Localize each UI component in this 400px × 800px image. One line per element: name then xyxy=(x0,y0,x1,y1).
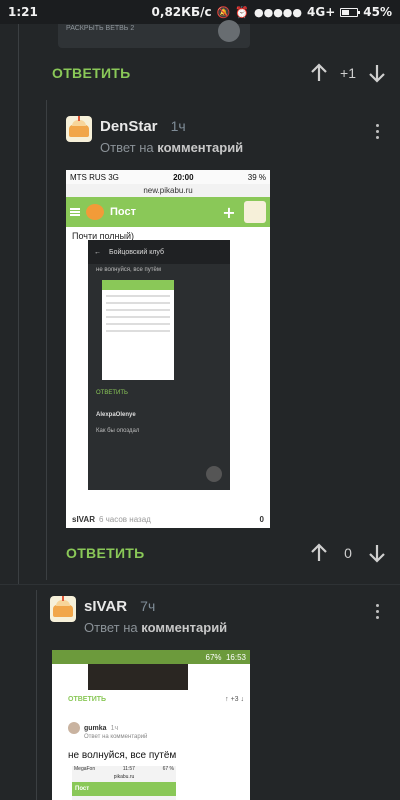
vote-controls: 0 xyxy=(308,542,388,564)
embedded-reply-to: Ответ на комментарий xyxy=(84,734,148,740)
reply-to-line: Ответ на комментарий xyxy=(100,140,243,155)
comment-username[interactable]: DenStar xyxy=(100,118,158,135)
edit-icon[interactable] xyxy=(218,20,240,42)
embedded-status-bar: MTS RUS 3G 20:00 39 % xyxy=(66,170,270,184)
embedded-time: 16:53 xyxy=(225,652,246,662)
nested-screenshot: ← Бойцовский клуб не волнуйся, все путём… xyxy=(88,240,230,490)
nested-app-bar: Пост xyxy=(72,782,176,796)
reply-to-link[interactable]: комментарий xyxy=(141,620,227,635)
embedded-footer-user: sIVAR xyxy=(72,514,95,524)
embedded-section: Пост xyxy=(110,206,136,218)
upvote-icon[interactable] xyxy=(308,542,330,564)
embedded-text: не волнуйся, все путём xyxy=(68,750,177,761)
downvote-icon[interactable] xyxy=(366,62,388,84)
comment-time: 7ч xyxy=(140,598,156,614)
embedded-actions: ОТВЕТИТЬ ↑ +3 ↓ xyxy=(68,696,244,703)
thread-line xyxy=(46,100,47,580)
nested-time: 11:57 xyxy=(122,766,135,772)
embedded-status-bar: 67% 16:53 xyxy=(52,650,250,664)
cake-icon xyxy=(53,596,73,617)
comment-header: sIVAR 7ч Ответ на комментарий xyxy=(50,596,227,635)
mute-icon: 🔕 xyxy=(216,5,231,19)
status-time: 1:21 xyxy=(8,5,38,19)
reply-to-prefix: Ответ на xyxy=(84,620,138,635)
reply-to-link[interactable]: комментарий xyxy=(157,140,243,155)
collapsed-thread-bar[interactable]: РАСКРЫТЬ ВЕТВЬ 2 xyxy=(58,20,250,48)
status-network: 4G+ xyxy=(307,5,336,19)
nested-inner-screenshot xyxy=(102,280,174,380)
signal-icon: ●●●●● xyxy=(254,5,302,19)
embedded-avatar xyxy=(244,201,266,223)
downvote-icon[interactable] xyxy=(366,542,388,564)
nested-header: ← Бойцовский клуб xyxy=(88,240,230,264)
avatar[interactable] xyxy=(66,116,92,142)
battery-icon xyxy=(340,7,361,17)
embedded-battery: 39 % xyxy=(247,172,266,182)
embedded-user: gumka xyxy=(84,724,107,732)
nested-battery: 67 % xyxy=(162,766,174,772)
more-options-icon[interactable] xyxy=(374,604,380,619)
nested-carrier: MegaFon xyxy=(74,766,96,772)
nested-user: AlexpaOlenye xyxy=(96,412,136,418)
upvote-icon[interactable] xyxy=(308,62,330,84)
nested-screenshot: MegaFon 11:57 67 % pikabu.ru Пост xyxy=(72,766,176,800)
nested-url: pikabu.ru xyxy=(113,774,135,780)
embedded-time-ago: 1ч xyxy=(110,724,119,732)
comment-image[interactable]: 67% 16:53 ОТВЕТИТЬ ↑ +3 ↓ gumka 1ч Ответ… xyxy=(52,650,250,800)
thread-line xyxy=(36,590,37,800)
reply-to-prefix: Ответ на xyxy=(100,140,154,155)
vote-controls: +1 xyxy=(308,62,388,84)
edit-icon xyxy=(206,466,222,482)
embedded-network: 3G xyxy=(108,172,119,182)
thread-line xyxy=(18,24,19,584)
pikabu-logo xyxy=(86,204,104,220)
comment-time: 1ч xyxy=(170,118,186,134)
embedded-rating: ↑ +3 ↓ xyxy=(225,696,244,703)
nested-reply: ОТВЕТИТЬ xyxy=(96,390,128,396)
status-speed: 0,82КБ/с xyxy=(151,5,212,19)
reply-button[interactable]: ОТВЕТИТЬ xyxy=(52,65,131,81)
comment-divider xyxy=(0,584,400,585)
expand-thread-label: РАСКРЫТЬ ВЕТВЬ 2 xyxy=(66,25,135,32)
status-bar: 1:21 0,82КБ/с 🔕 ⏰ ●●●●● 4G+ 45% xyxy=(0,0,400,24)
nested-section: Пост xyxy=(75,786,90,792)
embedded-app-bar: Пост + xyxy=(66,197,270,227)
status-battery: 45% xyxy=(363,5,392,19)
avatar[interactable] xyxy=(50,596,76,622)
embedded-battery: 67% xyxy=(205,652,222,662)
embedded-reply: ОТВЕТИТЬ xyxy=(68,696,107,703)
cake-icon xyxy=(69,116,89,137)
reply-button[interactable]: ОТВЕТИТЬ xyxy=(66,545,145,561)
menu-icon xyxy=(70,208,80,216)
nested-note: не волнуйся, все путём xyxy=(96,267,161,273)
embedded-avatar xyxy=(68,722,80,734)
alarm-icon: ⏰ xyxy=(235,5,249,19)
nested-comment: Как бы опоздал xyxy=(96,428,140,434)
embedded-footer: sIVAR 6 часов назад 0 xyxy=(66,510,270,528)
embedded-carrier: MTS RUS xyxy=(70,172,106,182)
rating-count: 0 xyxy=(344,545,352,561)
embedded-footer-time: 6 часов назад xyxy=(98,514,151,524)
embedded-footer-rating: 0 xyxy=(259,514,264,524)
comment-username[interactable]: sIVAR xyxy=(84,598,127,615)
comment-image[interactable]: MTS RUS 3G 20:00 39 % new.pikabu.ru Пост… xyxy=(66,170,270,528)
embedded-photo xyxy=(88,664,188,690)
embedded-comment: gumka 1ч Ответ на комментарий xyxy=(68,722,244,740)
nested-title: Бойцовский клуб xyxy=(109,248,165,256)
more-options-icon[interactable] xyxy=(374,124,380,139)
plus-icon: + xyxy=(222,202,236,222)
comment-header: DenStar 1ч Ответ на комментарий xyxy=(66,116,243,155)
embedded-time: 20:00 xyxy=(173,172,194,182)
reply-to-line: Ответ на комментарий xyxy=(84,620,227,635)
embedded-url: new.pikabu.ru xyxy=(66,184,270,197)
rating-count: +1 xyxy=(340,65,356,81)
